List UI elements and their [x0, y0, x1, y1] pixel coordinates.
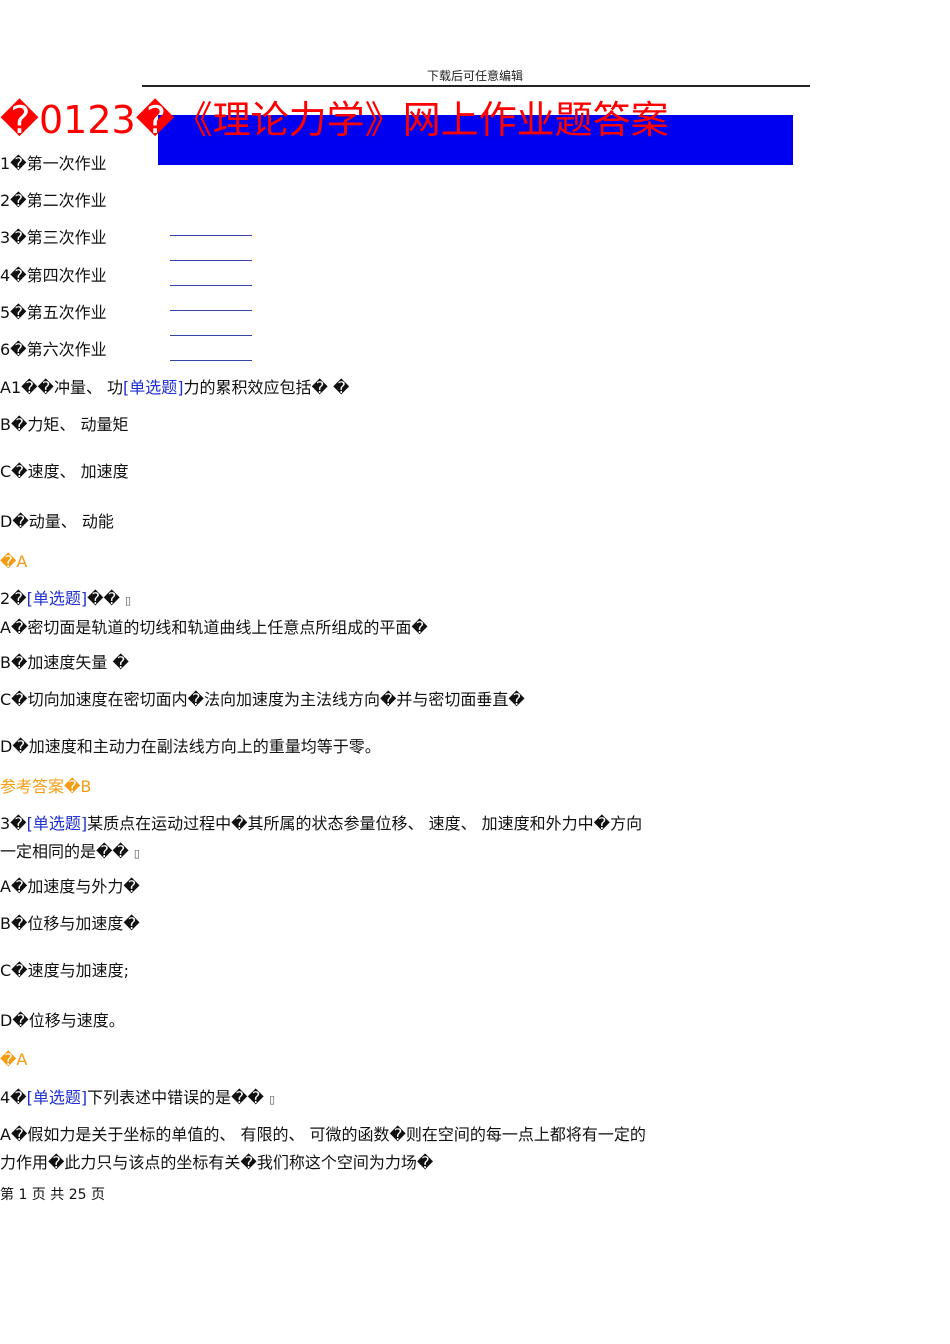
text-segment: D�位移与速度。 — [0, 1011, 125, 1030]
text-segment: 2� — [0, 589, 27, 608]
toc-item[interactable]: 5�第五次作业 — [0, 303, 107, 323]
text-line: A�密切面是轨道的切线和轨道曲线上任意点所组成的平面� — [0, 618, 428, 638]
missing-glyph-icon: ▯ — [125, 594, 132, 607]
text-line: B�加速度矢量 � — [0, 653, 129, 673]
question-type-tag: [单选题] — [26, 814, 88, 833]
text-line: 2�[单选题]�� ▯ — [0, 589, 131, 611]
text-line: 一定相同的是�� ▯ — [0, 842, 140, 864]
text-segment: B�加速度矢量 � — [0, 653, 129, 672]
text-segment: C�切向加速度在密切面内�法向加速度为主法线方向�并与密切面垂直� — [0, 690, 525, 709]
text-segment: 4� — [0, 1088, 27, 1107]
text-segment: 下列表述中错误的是�� — [87, 1088, 269, 1107]
toc-item[interactable]: 4�第四次作业 — [0, 266, 107, 286]
link-underline — [170, 260, 252, 261]
text-line: B�力矩、 动量矩 — [0, 415, 128, 435]
text-segment: �� — [87, 589, 125, 608]
link-underline — [170, 360, 252, 361]
toc-item[interactable]: 1�第一次作业 — [0, 154, 107, 174]
text-line: D�动量、 动能 — [0, 512, 114, 532]
text-line: A1��冲量、 功[单选题]力的累积效应包括� � — [0, 378, 349, 398]
text-line: B�位移与加速度� — [0, 914, 140, 934]
text-segment: 力作用�此力只与该点的坐标有关�我们称这个空间为力场� — [0, 1153, 434, 1172]
link-underline — [170, 310, 252, 311]
document-title: �0123�《理论力学》网上作业题答案 — [0, 98, 669, 142]
text-line: 力作用�此力只与该点的坐标有关�我们称这个空间为力场� — [0, 1153, 433, 1173]
text-segment: D�动量、 动能 — [0, 512, 114, 531]
missing-glyph-icon: ▯ — [133, 847, 140, 860]
toc-item[interactable]: 6�第六次作业 — [0, 340, 107, 360]
text-line: C�速度、 加速度 — [0, 462, 129, 482]
text-line: D�位移与速度。 — [0, 1011, 125, 1031]
link-underline — [170, 235, 252, 236]
text-line: A�加速度与外力� — [0, 877, 140, 897]
question-type-tag: [单选题] — [26, 1088, 88, 1107]
page-header-note: 下载后可任意编辑 — [426, 69, 523, 83]
text-line: A�假如力是关于坐标的单值的、 有限的、 可微的函数�则在空间的每一点上都将有一… — [0, 1125, 646, 1145]
text-segment: B�力矩、 动量矩 — [0, 415, 129, 434]
text-line: C�切向加速度在密切面内�法向加速度为主法线方向�并与密切面垂直� — [0, 690, 525, 710]
text-line: C�速度与加速度; — [0, 961, 129, 981]
text-segment: C�速度、 加速度 — [0, 462, 129, 481]
text-line: �A — [0, 1050, 27, 1070]
text-segment: B�位移与加速度� — [0, 914, 140, 933]
text-segment: 力的累积效应包括� � — [183, 378, 350, 397]
link-underline — [170, 285, 252, 286]
text-segment: A�假如力是关于坐标的单值的、 有限的、 可微的函数�则在空间的每一点上都将有一… — [0, 1125, 646, 1144]
question-type-tag: [单选题] — [26, 589, 88, 608]
link-underline — [170, 335, 252, 336]
text-line: 4�[单选题]下列表述中错误的是�� ▯ — [0, 1088, 275, 1110]
answer-text: �A — [0, 1050, 28, 1069]
text-segment: A�加速度与外力� — [0, 877, 140, 896]
missing-glyph-icon: ▯ — [269, 1093, 276, 1106]
text-line: D�加速度和主动力在副法线方向上的重量均等于零。 — [0, 737, 381, 757]
header-rule — [142, 85, 810, 87]
text-segment: C�速度与加速度; — [0, 961, 129, 980]
toc-item[interactable]: 3�第三次作业 — [0, 228, 107, 248]
text-line: �A — [0, 552, 27, 572]
page-footer: 第 1 页 共 25 页 — [0, 1187, 105, 1203]
text-line: 3�[单选题]某质点在运动过程中�其所属的状态参量位移、 速度、 加速度和外力中… — [0, 814, 642, 834]
text-segment: D�加速度和主动力在副法线方向上的重量均等于零。 — [0, 737, 381, 756]
answer-text: �A — [0, 552, 28, 571]
text-segment: 某质点在运动过程中�其所属的状态参量位移、 速度、 加速度和外力中�方向 — [87, 814, 643, 833]
answer-text: 参考答案�B — [0, 777, 92, 796]
text-segment: 3� — [0, 814, 27, 833]
text-segment: 一定相同的是�� — [0, 842, 134, 861]
text-segment: A�密切面是轨道的切线和轨道曲线上任意点所组成的平面� — [0, 618, 428, 637]
text-line: 参考答案�B — [0, 777, 91, 797]
text-segment: A1��冲量、 功 — [0, 378, 124, 397]
question-type-tag: [单选题] — [123, 378, 184, 397]
toc-item[interactable]: 2�第二次作业 — [0, 191, 107, 211]
